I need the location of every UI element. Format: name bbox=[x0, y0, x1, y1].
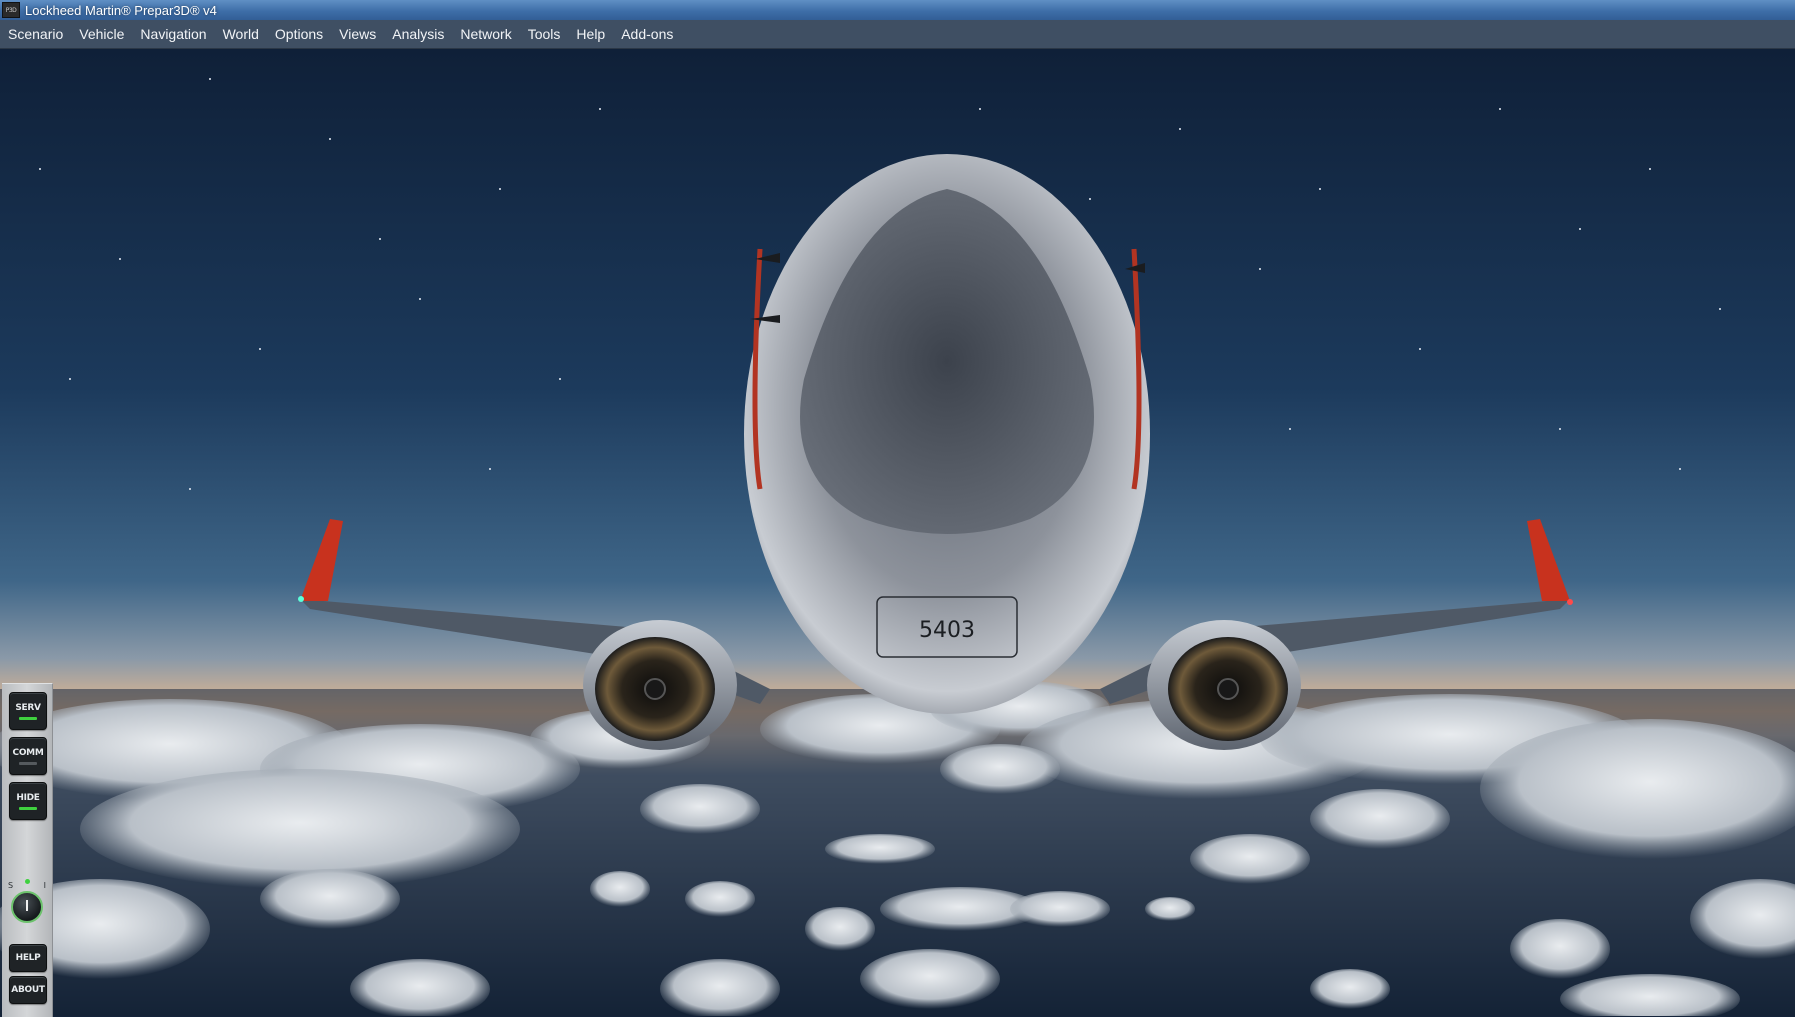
app-icon: P3D bbox=[2, 2, 20, 18]
mode-knob-control[interactable]: S I bbox=[8, 879, 46, 927]
menu-scenario[interactable]: Scenario bbox=[0, 20, 71, 48]
menu-help[interactable]: Help bbox=[568, 20, 613, 48]
comm-button[interactable]: COMM bbox=[9, 737, 47, 775]
menu-analysis[interactable]: Analysis bbox=[384, 20, 452, 48]
menu-addons[interactable]: Add-ons bbox=[613, 20, 681, 48]
simulator-3d-view[interactable]: 5403 bbox=[0, 49, 1795, 1016]
window-title: Lockheed Martin® Prepar3D® v4 bbox=[25, 2, 217, 18]
help-button[interactable]: HELP bbox=[9, 944, 47, 972]
app-icon-label: P3D bbox=[5, 6, 17, 14]
about-button[interactable]: ABOUT bbox=[9, 976, 47, 1004]
registration-text: 5403 bbox=[919, 618, 975, 643]
scene-canvas: 5403 bbox=[0, 49, 1795, 1016]
comm-label: COMM bbox=[12, 747, 44, 758]
knob-right-label: I bbox=[43, 881, 46, 890]
hide-button[interactable]: HIDE bbox=[9, 782, 47, 820]
serv-label: SERV bbox=[15, 702, 41, 713]
menu-tools[interactable]: Tools bbox=[520, 20, 569, 48]
knob-left-label: S bbox=[8, 881, 14, 890]
right-engine bbox=[1147, 620, 1301, 750]
menu-network[interactable]: Network bbox=[452, 20, 519, 48]
cloud-layer bbox=[0, 681, 1795, 1016]
rotary-knob-icon[interactable] bbox=[11, 891, 43, 923]
hide-led-indicator bbox=[19, 806, 37, 810]
menu-navigation[interactable]: Navigation bbox=[132, 20, 214, 48]
menu-vehicle[interactable]: Vehicle bbox=[71, 20, 132, 48]
window-titlebar: P3D Lockheed Martin® Prepar3D® v4 bbox=[0, 0, 1795, 20]
about-label: ABOUT bbox=[11, 985, 45, 995]
left-engine bbox=[583, 620, 737, 750]
left-control-panel: SERV COMM HIDE S I HELP ABOUT bbox=[2, 683, 53, 1017]
menu-bar: Scenario Vehicle Navigation World Option… bbox=[0, 20, 1795, 49]
hide-label: HIDE bbox=[16, 792, 40, 803]
knob-indicator-dot bbox=[25, 879, 30, 884]
help-label: HELP bbox=[15, 953, 41, 963]
serv-led-indicator bbox=[19, 716, 37, 720]
right-nav-light bbox=[1567, 599, 1573, 605]
comm-led-indicator bbox=[19, 761, 37, 765]
left-nav-light bbox=[298, 596, 304, 602]
serv-button[interactable]: SERV bbox=[9, 692, 47, 730]
menu-world[interactable]: World bbox=[215, 20, 267, 48]
menu-options[interactable]: Options bbox=[267, 20, 331, 48]
menu-views[interactable]: Views bbox=[331, 20, 384, 48]
